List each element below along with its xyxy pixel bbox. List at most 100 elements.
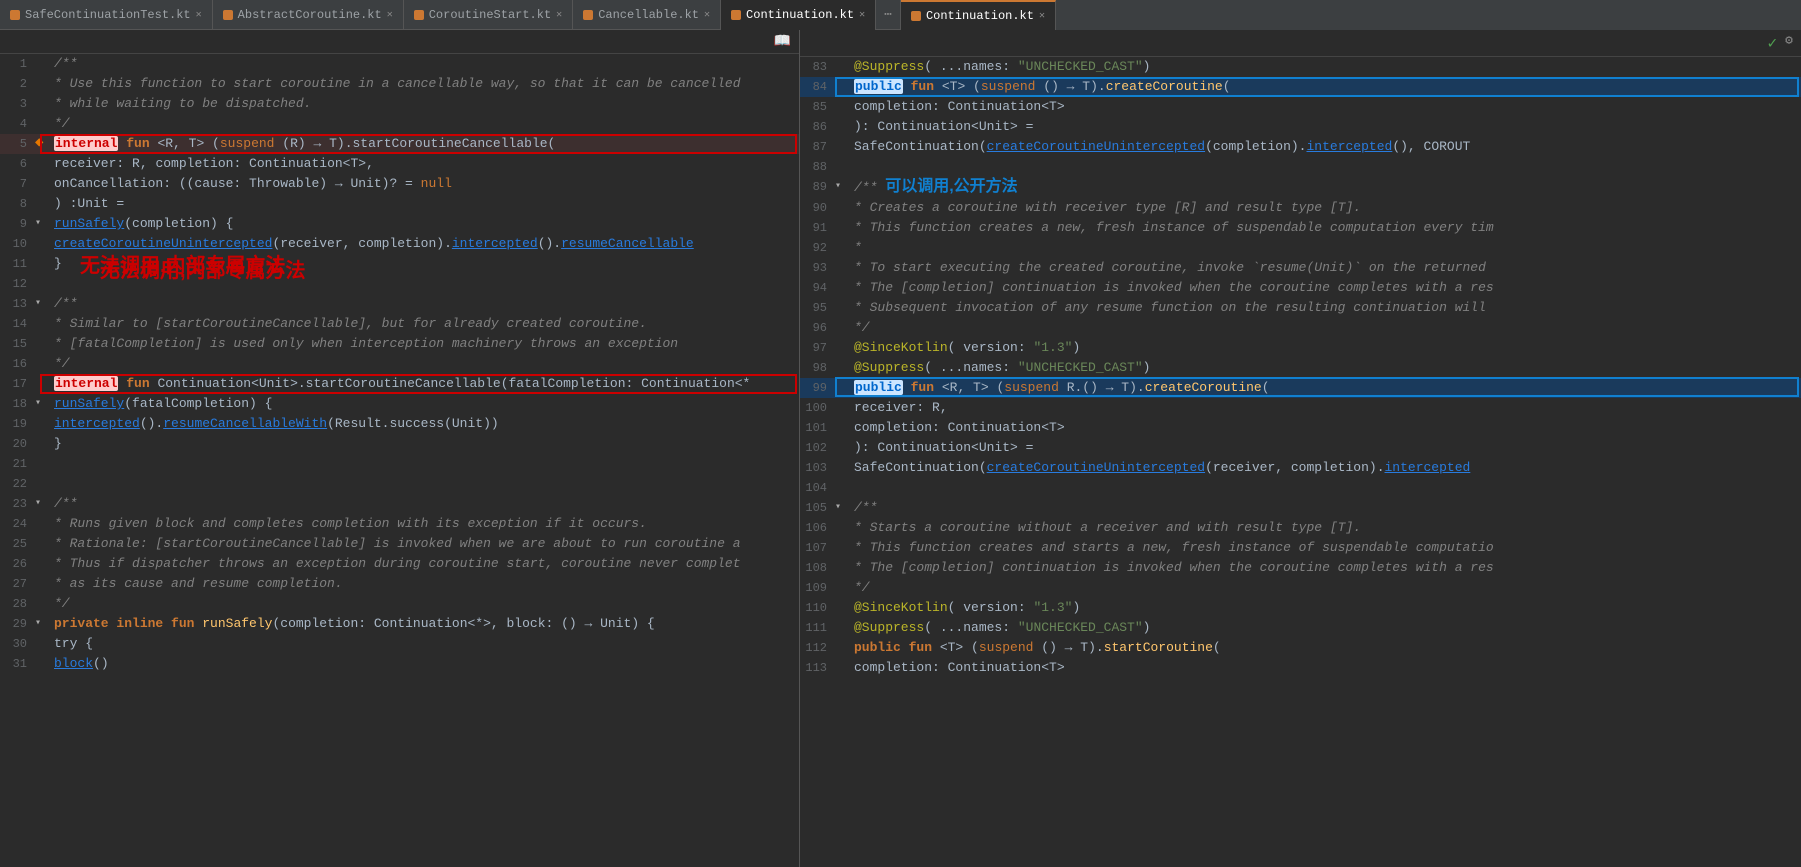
line-row: 104 <box>800 478 1801 498</box>
line-content: } <box>50 434 799 454</box>
line-content: internal fun Continuation<Unit>.startCor… <box>50 374 799 394</box>
line-number: 3 <box>0 94 35 114</box>
settings-icon[interactable]: ⚙ <box>1785 33 1793 53</box>
tab-overflow-menu[interactable]: ⋯ <box>876 7 900 22</box>
check-icon: ✓ <box>1768 33 1778 53</box>
line-gutter: ▾ <box>35 394 50 414</box>
fold-icon[interactable]: ▾ <box>35 498 41 509</box>
line-content: * Subsequent invocation of any resume fu… <box>850 298 1801 318</box>
line-gutter: ▾ <box>35 294 50 314</box>
line-gutter <box>35 574 50 594</box>
close-icon[interactable]: ✕ <box>556 9 562 21</box>
line-row: 5 ◆ internal fun <R, T> (suspend (R) → T… <box>0 134 799 154</box>
line-number: 23 <box>0 494 35 514</box>
line-row: 14 * Similar to [startCoroutineCancellab… <box>0 314 799 334</box>
book-icon[interactable]: 📖 <box>774 33 791 50</box>
line-content: */ <box>50 114 799 134</box>
line-content: try { <box>50 634 799 654</box>
line-gutter <box>835 658 850 678</box>
line-number: 25 <box>0 534 35 554</box>
keyword-internal: internal <box>54 376 118 391</box>
line-gutter: ▾ <box>835 177 850 198</box>
close-icon[interactable]: ✕ <box>859 9 865 21</box>
fold-icon[interactable]: ▾ <box>835 181 841 192</box>
line-number: 88 <box>800 157 835 177</box>
line-content: runSafely(completion) { <box>50 214 799 234</box>
line-gutter <box>835 458 850 478</box>
line-number: 89 <box>800 177 835 198</box>
tab-bar: SafeContinuationTest.kt ✕ AbstractCorout… <box>0 0 1801 30</box>
line-content <box>850 157 1801 177</box>
line-number: 103 <box>800 458 835 478</box>
tab-coroutinestart[interactable]: CoroutineStart.kt ✕ <box>404 0 573 30</box>
line-gutter <box>35 74 50 94</box>
line-row: 26 * Thus if dispatcher throws an except… <box>0 554 799 574</box>
keyword-public: public <box>854 380 903 395</box>
line-row: 25 * Rationale: [startCoroutineCancellab… <box>0 534 799 554</box>
line-gutter <box>835 538 850 558</box>
line-gutter <box>835 157 850 177</box>
line-content: public fun <R, T> (suspend R.() → T).cre… <box>850 378 1801 398</box>
main-area: 📖 1 /** 2 * Use this function to start c… <box>0 30 1801 867</box>
left-toolbar: 📖 <box>0 30 799 54</box>
line-number: 1 <box>0 54 35 74</box>
line-number: 112 <box>800 638 835 658</box>
line-row: 85 completion: Continuation<T> <box>800 97 1801 117</box>
line-gutter <box>35 274 50 294</box>
line-number: 111 <box>800 618 835 638</box>
line-gutter <box>35 654 50 674</box>
line-content: * Starts a coroutine without a receiver … <box>850 518 1801 538</box>
line-number: 7 <box>0 174 35 194</box>
line-content <box>850 478 1801 498</box>
tab-safecontinuation[interactable]: SafeContinuationTest.kt ✕ <box>0 0 213 30</box>
line-number: 97 <box>800 338 835 358</box>
close-icon[interactable]: ✕ <box>1039 10 1045 22</box>
close-icon[interactable]: ✕ <box>387 9 393 21</box>
right-editor-pane: ✓ ⚙ 83 @Suppress( ...names: "UNCHECKED_C… <box>800 30 1801 867</box>
line-content: * Creates a coroutine with receiver type… <box>850 198 1801 218</box>
tab-continuation-left[interactable]: Continuation.kt ✕ <box>721 0 876 30</box>
line-row: 28 */ <box>0 594 799 614</box>
fold-icon[interactable]: ▾ <box>35 218 41 229</box>
no-call-label: 无法调用,内部专属方法 <box>100 254 306 283</box>
keyword-internal: internal <box>54 136 118 151</box>
tab-label: Cancellable.kt <box>598 8 699 22</box>
tab-abstractcoroutine[interactable]: AbstractCoroutine.kt ✕ <box>213 0 404 30</box>
line-gutter: ▾ <box>835 498 850 518</box>
line-number: 9 <box>0 214 35 234</box>
line-row: 95 * Subsequent invocation of any resume… <box>800 298 1801 318</box>
line-content: @Suppress( ...names: "UNCHECKED_CAST") <box>850 618 1801 638</box>
fold-icon[interactable]: ▾ <box>35 298 41 309</box>
line-row: 90 * Creates a coroutine with receiver t… <box>800 198 1801 218</box>
line-row: 86 ): Continuation<Unit> = <box>800 117 1801 137</box>
line-gutter <box>835 618 850 638</box>
right-code-area[interactable]: 83 @Suppress( ...names: "UNCHECKED_CAST"… <box>800 57 1801 867</box>
line-gutter <box>835 238 850 258</box>
line-row: 4 */ <box>0 114 799 134</box>
line-row: 105 ▾ /** <box>800 498 1801 518</box>
left-code-area[interactable]: 1 /** 2 * Use this function to start cor… <box>0 54 799 867</box>
close-icon[interactable]: ✕ <box>196 9 202 21</box>
line-gutter: ◆ <box>35 134 50 154</box>
line-content: completion: Continuation<T> <box>850 658 1801 678</box>
fold-icon[interactable]: ▾ <box>835 502 841 513</box>
line-content: */ <box>50 354 799 374</box>
line-number: 109 <box>800 578 835 598</box>
line-row: 27 * as its cause and resume completion. <box>0 574 799 594</box>
fold-icon[interactable]: ▾ <box>35 398 41 409</box>
line-number: 98 <box>800 358 835 378</box>
line-row: 18 ▾ runSafely(fatalCompletion) { <box>0 394 799 414</box>
line-gutter <box>35 454 50 474</box>
fold-icon[interactable]: ▾ <box>35 618 41 629</box>
tab-continuation-right[interactable]: Continuation.kt ✕ <box>901 0 1056 30</box>
close-icon[interactable]: ✕ <box>704 9 710 21</box>
line-number: 28 <box>0 594 35 614</box>
line-content: block() <box>50 654 799 674</box>
line-gutter <box>35 534 50 554</box>
tab-cancellable[interactable]: Cancellable.kt ✕ <box>573 0 721 30</box>
line-gutter <box>835 77 850 97</box>
line-content: /** <box>50 294 799 314</box>
line-number: 13 <box>0 294 35 314</box>
line-row: 99 public fun <R, T> (suspend R.() → T).… <box>800 378 1801 398</box>
line-number: 5 <box>0 134 35 154</box>
